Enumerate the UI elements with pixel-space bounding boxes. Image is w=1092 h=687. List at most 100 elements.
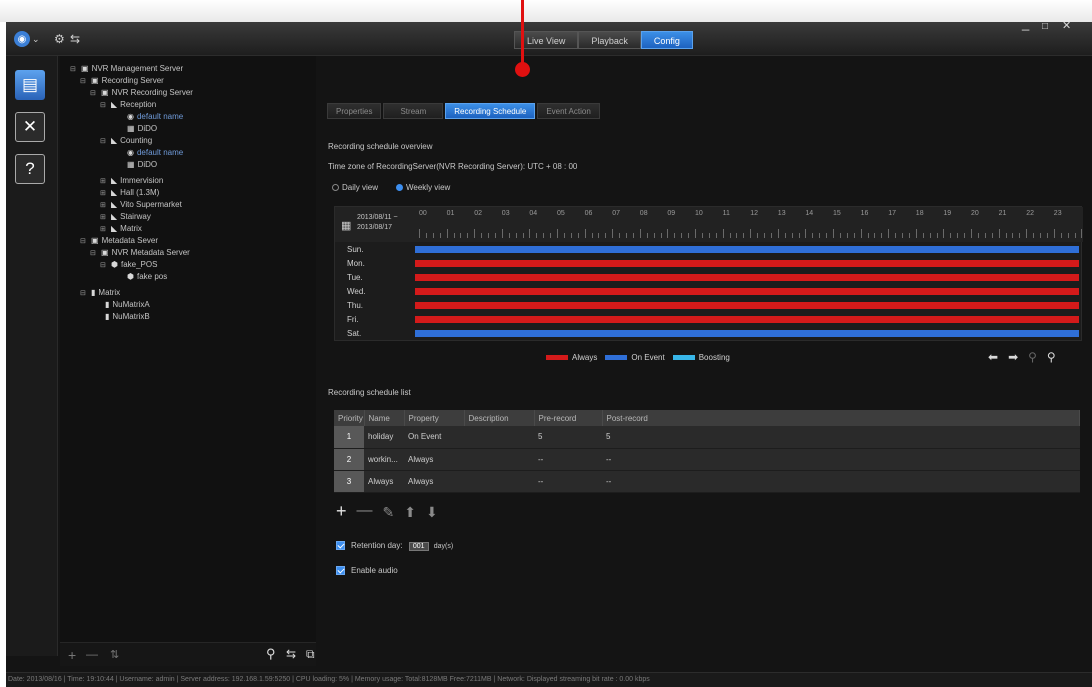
close-icon[interactable]: ✕	[1062, 19, 1071, 32]
tree-item[interactable]: ⊟ ▮ Matrix	[80, 288, 120, 297]
hour-tick	[936, 233, 938, 238]
expand-toggle-icon[interactable]: ⊞	[100, 201, 108, 209]
tree-item[interactable]: ▮ NuMatrixA	[94, 300, 150, 309]
schedule-bar[interactable]	[415, 288, 1079, 295]
expand-toggle-icon[interactable]: ⊟	[90, 249, 98, 257]
expand-toggle-icon[interactable]: ⊞	[100, 225, 108, 233]
server-config-icon[interactable]: ▤	[15, 70, 45, 100]
arrow-left-icon[interactable]: ⬅	[988, 350, 998, 364]
zoom-out-icon[interactable]: ⚲	[1028, 350, 1037, 364]
refresh-icon[interactable]: ⇆	[70, 31, 80, 47]
search-icon[interactable]: ⚲	[266, 646, 276, 662]
hour-tick	[971, 229, 972, 238]
schedule-bar[interactable]	[415, 302, 1079, 309]
add-schedule-icon[interactable]: +	[336, 502, 347, 521]
tree-item[interactable]: ⊟ ⬢ fake_POS	[100, 260, 157, 269]
schedule-bar[interactable]	[415, 330, 1079, 337]
tree-item[interactable]: ⊟ ▣ NVR Metadata Server	[90, 248, 190, 257]
expand-toggle-icon[interactable]: ⊟	[70, 65, 78, 73]
tree-item[interactable]: ▦ DiDO	[116, 124, 157, 133]
tree-item[interactable]: ⊞ ◣ Vito Supermarket	[100, 200, 182, 209]
calendar-icon[interactable]: ▦	[341, 219, 351, 232]
tree-item[interactable]: ⊟ ▣ Metadata Sever	[80, 236, 158, 245]
move-down-icon[interactable]: ⬇	[426, 504, 438, 521]
expand-toggle-icon[interactable]: ⊟	[100, 261, 108, 269]
expand-toggle-icon[interactable]: ⊟	[100, 101, 108, 109]
subtab-event-action[interactable]: Event Action	[537, 103, 600, 119]
tree-item[interactable]: ◉ default name	[116, 148, 183, 157]
tree-item[interactable]: ▦ DiDO	[116, 160, 157, 169]
table-row[interactable]: 2 workin... Always -- --	[334, 448, 1080, 471]
subtab-stream[interactable]: Stream	[383, 103, 444, 119]
remove-node-icon[interactable]: —	[86, 647, 98, 661]
expand-toggle-icon[interactable]: ⊟	[100, 137, 108, 145]
schedule-grid[interactable]: ▦ 2013/08/11 ~ 2013/08/17 00 01 02 03 04 05 06…	[334, 206, 1083, 341]
minimize-icon[interactable]: _	[1022, 16, 1029, 31]
tree-item[interactable]: ⊟ ◣ Counting	[100, 136, 152, 145]
tree-item[interactable]: ⊞ ◣ Stairway	[100, 212, 151, 221]
weekly-radio[interactable]	[396, 184, 403, 192]
tree-item[interactable]: ▮ NuMatrixB	[94, 312, 150, 321]
expand-toggle-icon[interactable]: ⊞	[100, 177, 108, 185]
arrow-right-icon[interactable]: ➡	[1008, 350, 1018, 364]
refresh-tree-icon[interactable]: ⇆	[286, 647, 296, 661]
sort-icon[interactable]: ⇅	[110, 648, 119, 661]
move-up-icon[interactable]: ⬆	[404, 504, 416, 521]
col-property[interactable]: Property	[404, 410, 465, 426]
hour-tick	[570, 233, 572, 238]
table-row[interactable]: 3 Always Always -- --	[334, 470, 1080, 493]
remove-schedule-icon[interactable]: —	[357, 503, 373, 521]
subtab-recording-schedule[interactable]: Recording Schedule	[445, 103, 536, 119]
globe-icon[interactable]: ◉	[14, 31, 30, 47]
copy-icon[interactable]: ⧉	[306, 647, 315, 662]
retention-day-input[interactable]: 001	[408, 542, 429, 551]
tools-icon[interactable]: ✕	[15, 112, 45, 142]
expand-toggle-icon[interactable]: ⊟	[80, 77, 88, 85]
add-node-icon[interactable]: +	[68, 647, 76, 663]
tab-playback[interactable]: Playback	[578, 31, 641, 49]
col-priority[interactable]: Priority	[334, 410, 365, 426]
settings-gear-icon[interactable]: ⚙	[54, 31, 65, 47]
tree-item[interactable]: ⊟ ▣ NVR Management Server	[70, 64, 183, 73]
daily-view-option[interactable]: Daily view	[332, 183, 378, 192]
expand-toggle-icon[interactable]: ⊞	[100, 189, 108, 197]
chevron-down-icon[interactable]: ⌄	[32, 31, 40, 47]
col-post-record[interactable]: Post-record	[602, 410, 1080, 426]
expand-toggle-icon[interactable]: ⊟	[80, 237, 88, 245]
tree-item[interactable]: ⬢ fake pos	[116, 272, 167, 281]
schedule-bar[interactable]	[415, 246, 1079, 253]
schedule-bar[interactable]	[415, 260, 1079, 267]
tree-item[interactable]: ◉ default name	[116, 112, 183, 121]
tab-config[interactable]: Config	[640, 31, 693, 49]
row-property: On Event	[404, 426, 464, 449]
table-row[interactable]: 1 holiday On Event 5 5	[334, 426, 1080, 449]
schedule-bar[interactable]	[415, 274, 1079, 281]
hour-tick	[750, 229, 752, 238]
retention-checkbox[interactable]	[336, 541, 345, 551]
tree-item[interactable]: ⊞ ◣ Hall (1.3M)	[100, 188, 159, 197]
tree-item[interactable]: ⊟ ▣ Recording Server	[80, 76, 164, 85]
weekly-view-option[interactable]: Weekly view	[396, 183, 450, 192]
tree-item[interactable]: ⊟ ◣ Reception	[100, 100, 156, 109]
edit-icon[interactable]: ✎	[383, 504, 395, 521]
tree-item[interactable]: ⊞ ◣ Matrix	[100, 224, 142, 233]
schedule-bar[interactable]	[415, 316, 1079, 323]
expand-toggle-icon[interactable]: ⊟	[80, 289, 88, 297]
expand-toggle-icon[interactable]: ⊞	[100, 213, 108, 221]
col-pre-record[interactable]: Pre-record	[534, 410, 603, 426]
subtab-properties[interactable]: Properties	[327, 103, 382, 119]
enable-audio-checkbox[interactable]	[336, 566, 345, 576]
col-name[interactable]: Name	[364, 410, 405, 426]
col-description[interactable]: Description	[464, 410, 535, 426]
daily-radio[interactable]	[332, 184, 339, 192]
hour-tick	[1081, 229, 1083, 238]
tree-item-label: NuMatrixB	[112, 312, 150, 321]
tree-item[interactable]: ⊟ ▣ NVR Recording Server	[90, 88, 193, 97]
hour-label: 12	[750, 210, 758, 217]
zoom-in-icon[interactable]: ⚲	[1047, 350, 1056, 364]
restore-icon[interactable]: □	[1042, 21, 1048, 32]
tree-item[interactable]: ⊞ ◣ Immervision	[100, 176, 163, 185]
tree-item-label: default name	[136, 148, 184, 157]
expand-toggle-icon[interactable]: ⊟	[90, 89, 98, 97]
help-icon[interactable]: ?	[15, 154, 45, 184]
